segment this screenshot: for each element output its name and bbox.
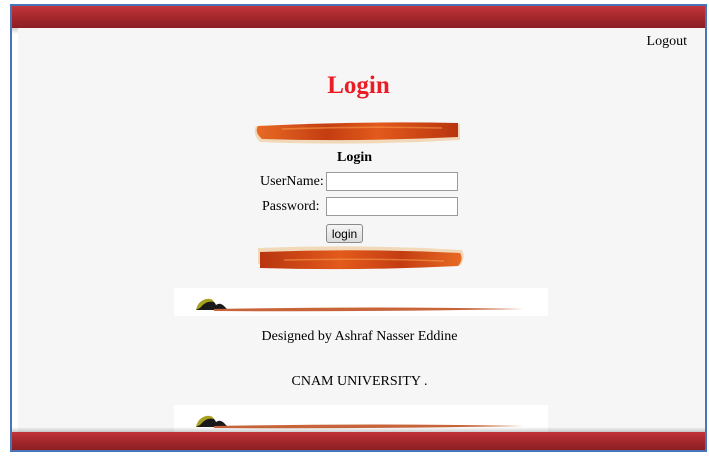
password-label: Password: — [262, 199, 320, 214]
page-title: Login — [327, 72, 390, 99]
browser-viewport: Logout Login Login UserName: Password: l… — [10, 4, 707, 452]
top-banner-bar — [12, 6, 705, 34]
logout-link[interactable]: Logout — [647, 34, 687, 50]
login-form-heading: Login — [12, 150, 705, 166]
login-heading-text: Login — [336, 150, 372, 165]
designer-credit: Designed by Ashraf Nasser Eddine — [261, 329, 458, 344]
decorative-ribbon-top — [254, 122, 460, 144]
password-input[interactable] — [326, 197, 458, 216]
decorative-divider-top — [174, 288, 548, 316]
bottom-banner-bar — [12, 427, 705, 450]
institution-name: CNAM UNIVERSITY . — [291, 374, 428, 389]
username-label: UserName: — [260, 174, 324, 189]
decorative-ribbon-bottom — [258, 246, 464, 270]
login-button[interactable]: login — [326, 224, 363, 243]
username-input[interactable] — [326, 172, 458, 191]
